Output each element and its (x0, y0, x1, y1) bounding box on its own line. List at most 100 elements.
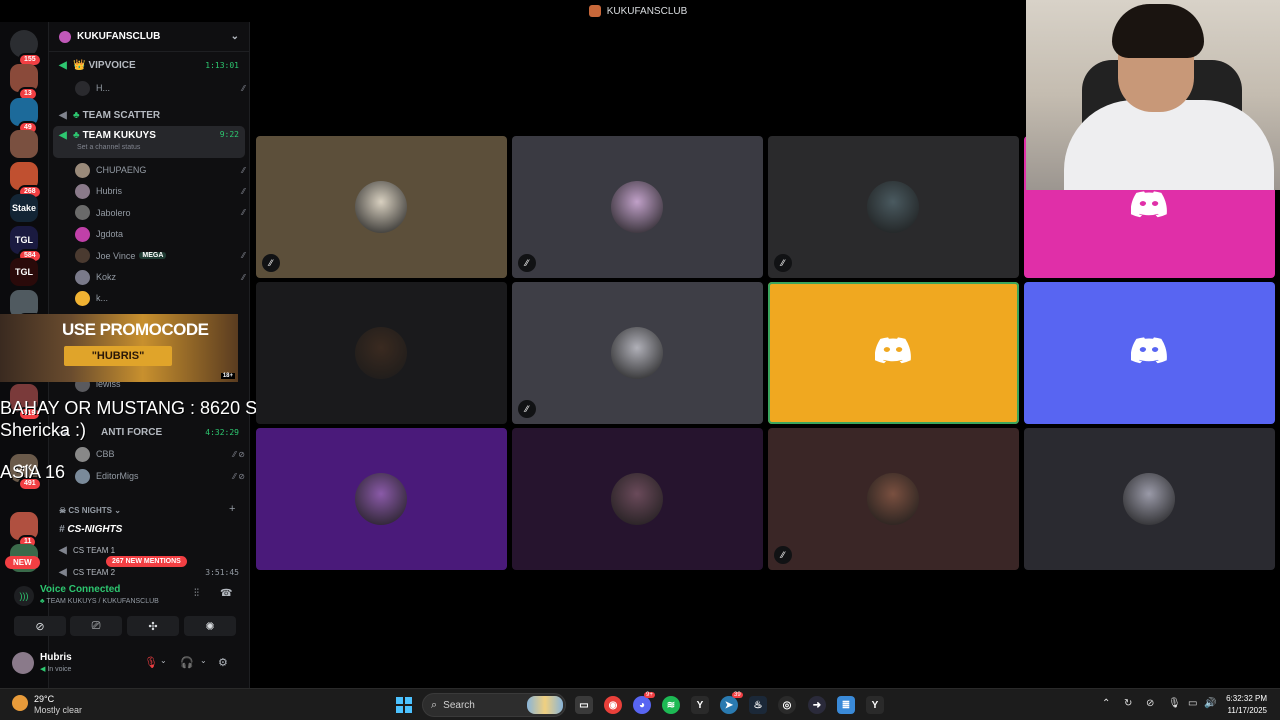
voice-panel: ))) Voice Connected ♣ TEAM KUKUYS / KUKU… (4, 578, 244, 644)
server-icon[interactable]: TGL 584 (10, 226, 42, 263)
participant-tile[interactable] (768, 282, 1019, 424)
mic-icon[interactable]: 🎙 (1168, 698, 1181, 709)
member-item[interactable]: H... ⁄⁄ (75, 78, 245, 98)
weather-icon[interactable] (12, 695, 28, 711)
participant-tile[interactable]: ⁄⁄ (512, 282, 763, 424)
clock-time[interactable]: 6:32:32 PM (1226, 694, 1267, 703)
text-channel-cs-nights[interactable]: # CS-NIGHTS (59, 524, 122, 535)
member-item[interactable]: Jabolero ⁄⁄ (75, 203, 245, 223)
activities-button[interactable]: ✣ (127, 616, 179, 636)
notepad-icon[interactable]: ≣ (837, 696, 855, 714)
participant-tile[interactable] (1024, 428, 1275, 570)
new-mentions-badge[interactable]: 267 NEW MENTIONS (106, 556, 187, 567)
chevron-up-icon[interactable]: ⌃ (1102, 698, 1110, 709)
voice-channel-cs-team-2[interactable]: ◀ CS TEAM 2 3:51:45 (53, 565, 245, 579)
weather-condition[interactable]: Mostly clear (34, 705, 82, 715)
discord-taskbar-icon[interactable]: ◕ (633, 696, 651, 714)
clover-icon: ♣ (73, 109, 80, 121)
gear-icon[interactable]: ⚙ (218, 656, 228, 669)
chrome-icon[interactable]: ◉ (604, 696, 622, 714)
overlay-name-text: Shericka :) (0, 420, 87, 440)
server-icon[interactable]: 155 (10, 30, 42, 67)
member-item[interactable]: Kokz ⁄⁄ (75, 267, 245, 287)
member-item[interactable]: Joe Vince MEGA ⁄⁄ (75, 246, 245, 266)
guild-header[interactable]: KUKUFANSCLUB ⌄ (49, 22, 249, 52)
mic-muted-icon: ⁄⁄ (518, 400, 536, 418)
server-icon[interactable]: TGL (10, 258, 38, 286)
voice-channel-team-scatter[interactable]: ◀ ♣ TEAM SCATTER (53, 104, 245, 126)
arrow-app-icon[interactable]: ➜ (808, 696, 826, 714)
participant-tile[interactable] (512, 428, 763, 570)
sync-icon[interactable]: ↻ (1124, 698, 1132, 709)
promo-headline: USE PROMOCODE (62, 320, 209, 339)
y-app-2-icon[interactable]: Y (866, 696, 884, 714)
member-item[interactable]: Jgdota (75, 224, 245, 244)
participant-tile[interactable] (256, 282, 507, 424)
server-icon[interactable]: 49 (10, 98, 38, 135)
y-app-icon[interactable]: Y (691, 696, 709, 714)
member-item[interactable]: CBB ⁄⁄ ⊘ (75, 444, 245, 464)
network-off-icon[interactable]: ⊘ (1146, 698, 1154, 709)
participant-tile[interactable]: ⁄⁄ (768, 428, 1019, 570)
mic-muted-icon: ⁄⁄ (518, 254, 536, 272)
member-item[interactable]: CHUPAENG ⁄⁄ (75, 160, 245, 180)
weather-temp[interactable]: 29°C (34, 694, 54, 704)
mic-muted-icon: ⁄⁄ (262, 254, 280, 272)
search-box[interactable]: ⌕ Search (422, 693, 566, 717)
mute-deafen-icon: ⁄⁄ ⊘ (233, 449, 245, 459)
server-icon[interactable]: Stake (10, 194, 38, 222)
channel-name: TEAM SCATTER (82, 109, 161, 121)
chevron-down-icon[interactable]: ⌄ (160, 656, 167, 665)
server-icon[interactable] (10, 130, 38, 158)
server-icon[interactable]: 268 (10, 162, 42, 199)
server-icon[interactable]: 11 (10, 512, 38, 549)
member-name: k... (96, 293, 109, 304)
mic-muted-icon[interactable]: 🎙 (144, 656, 158, 669)
voice-channel-vipvoice[interactable]: ◀ 👑 VIPVOICE 1:13:01 (53, 54, 245, 76)
volume-icon[interactable]: 🔊 (1204, 698, 1216, 709)
display-icon[interactable]: ▭ (1188, 698, 1197, 709)
member-item[interactable]: EditorMigs ⁄⁄ ⊘ (75, 466, 245, 486)
avatar (75, 205, 90, 221)
steam-icon[interactable]: ♨ (749, 696, 767, 714)
soundboard-wave-icon[interactable]: ⫶⫶ (194, 588, 199, 599)
server-icon[interactable]: 13 (10, 64, 38, 101)
participant-tile[interactable]: ⁄⁄ (768, 136, 1019, 278)
channel-status[interactable]: Set a channel status (77, 144, 140, 151)
avatar (75, 162, 90, 178)
avatar[interactable] (12, 652, 34, 674)
member-item[interactable]: k... (75, 288, 245, 308)
voice-channel-team-kukuys[interactable]: ◀ ♣ TEAM KUKUYS 9:22 Set a channel statu… (53, 126, 245, 158)
task-view-icon[interactable]: ▭ (575, 696, 593, 714)
participant-tile[interactable] (1024, 282, 1275, 424)
obs-icon[interactable]: ◎ (778, 696, 796, 714)
avatar (75, 248, 90, 264)
camera-button[interactable]: ⊘ (14, 616, 66, 636)
voice-status[interactable]: Voice Connected (12, 584, 120, 595)
participant-tile[interactable]: ⁄⁄ (256, 136, 507, 278)
username[interactable]: Hubris (40, 652, 72, 663)
new-badge[interactable]: NEW (5, 556, 40, 569)
mute-icon: ⁄⁄ (242, 251, 245, 261)
disconnect-icon[interactable]: ☎ (220, 588, 232, 599)
headphones-icon[interactable]: 🎧 (180, 656, 194, 669)
category-cs-nights[interactable]: ☠ CS NIGHTS ⌄ (59, 506, 121, 515)
participant-tile[interactable]: ⁄⁄ (512, 136, 763, 278)
spotify-icon[interactable]: ≋ (662, 696, 680, 714)
channel-timer: 4:32:29 (205, 427, 239, 437)
chevron-down-icon[interactable]: ⌄ (231, 31, 239, 42)
telegram-icon[interactable]: ➤ (720, 696, 738, 714)
participant-tile[interactable] (256, 428, 507, 570)
add-channel-icon[interactable]: + (229, 503, 235, 515)
overlay-subs-text: BAHAY OR MUSTANG : 8620 SUBS (0, 398, 295, 418)
channel-name: TEAM KUKUYS (82, 130, 156, 141)
speaker-icon: ◀ (59, 59, 67, 71)
channel-name: CS TEAM 2 (73, 567, 116, 577)
soundboard-button[interactable]: ✺ (184, 616, 236, 636)
member-item[interactable]: Hubris ⁄⁄ (75, 181, 245, 201)
avatar (867, 473, 919, 525)
chevron-down-icon[interactable]: ⌄ (200, 656, 207, 665)
start-button[interactable] (396, 697, 412, 713)
screenshare-button[interactable]: ⎚ (70, 616, 122, 636)
clock-date[interactable]: 11/17/2025 (1228, 706, 1267, 715)
